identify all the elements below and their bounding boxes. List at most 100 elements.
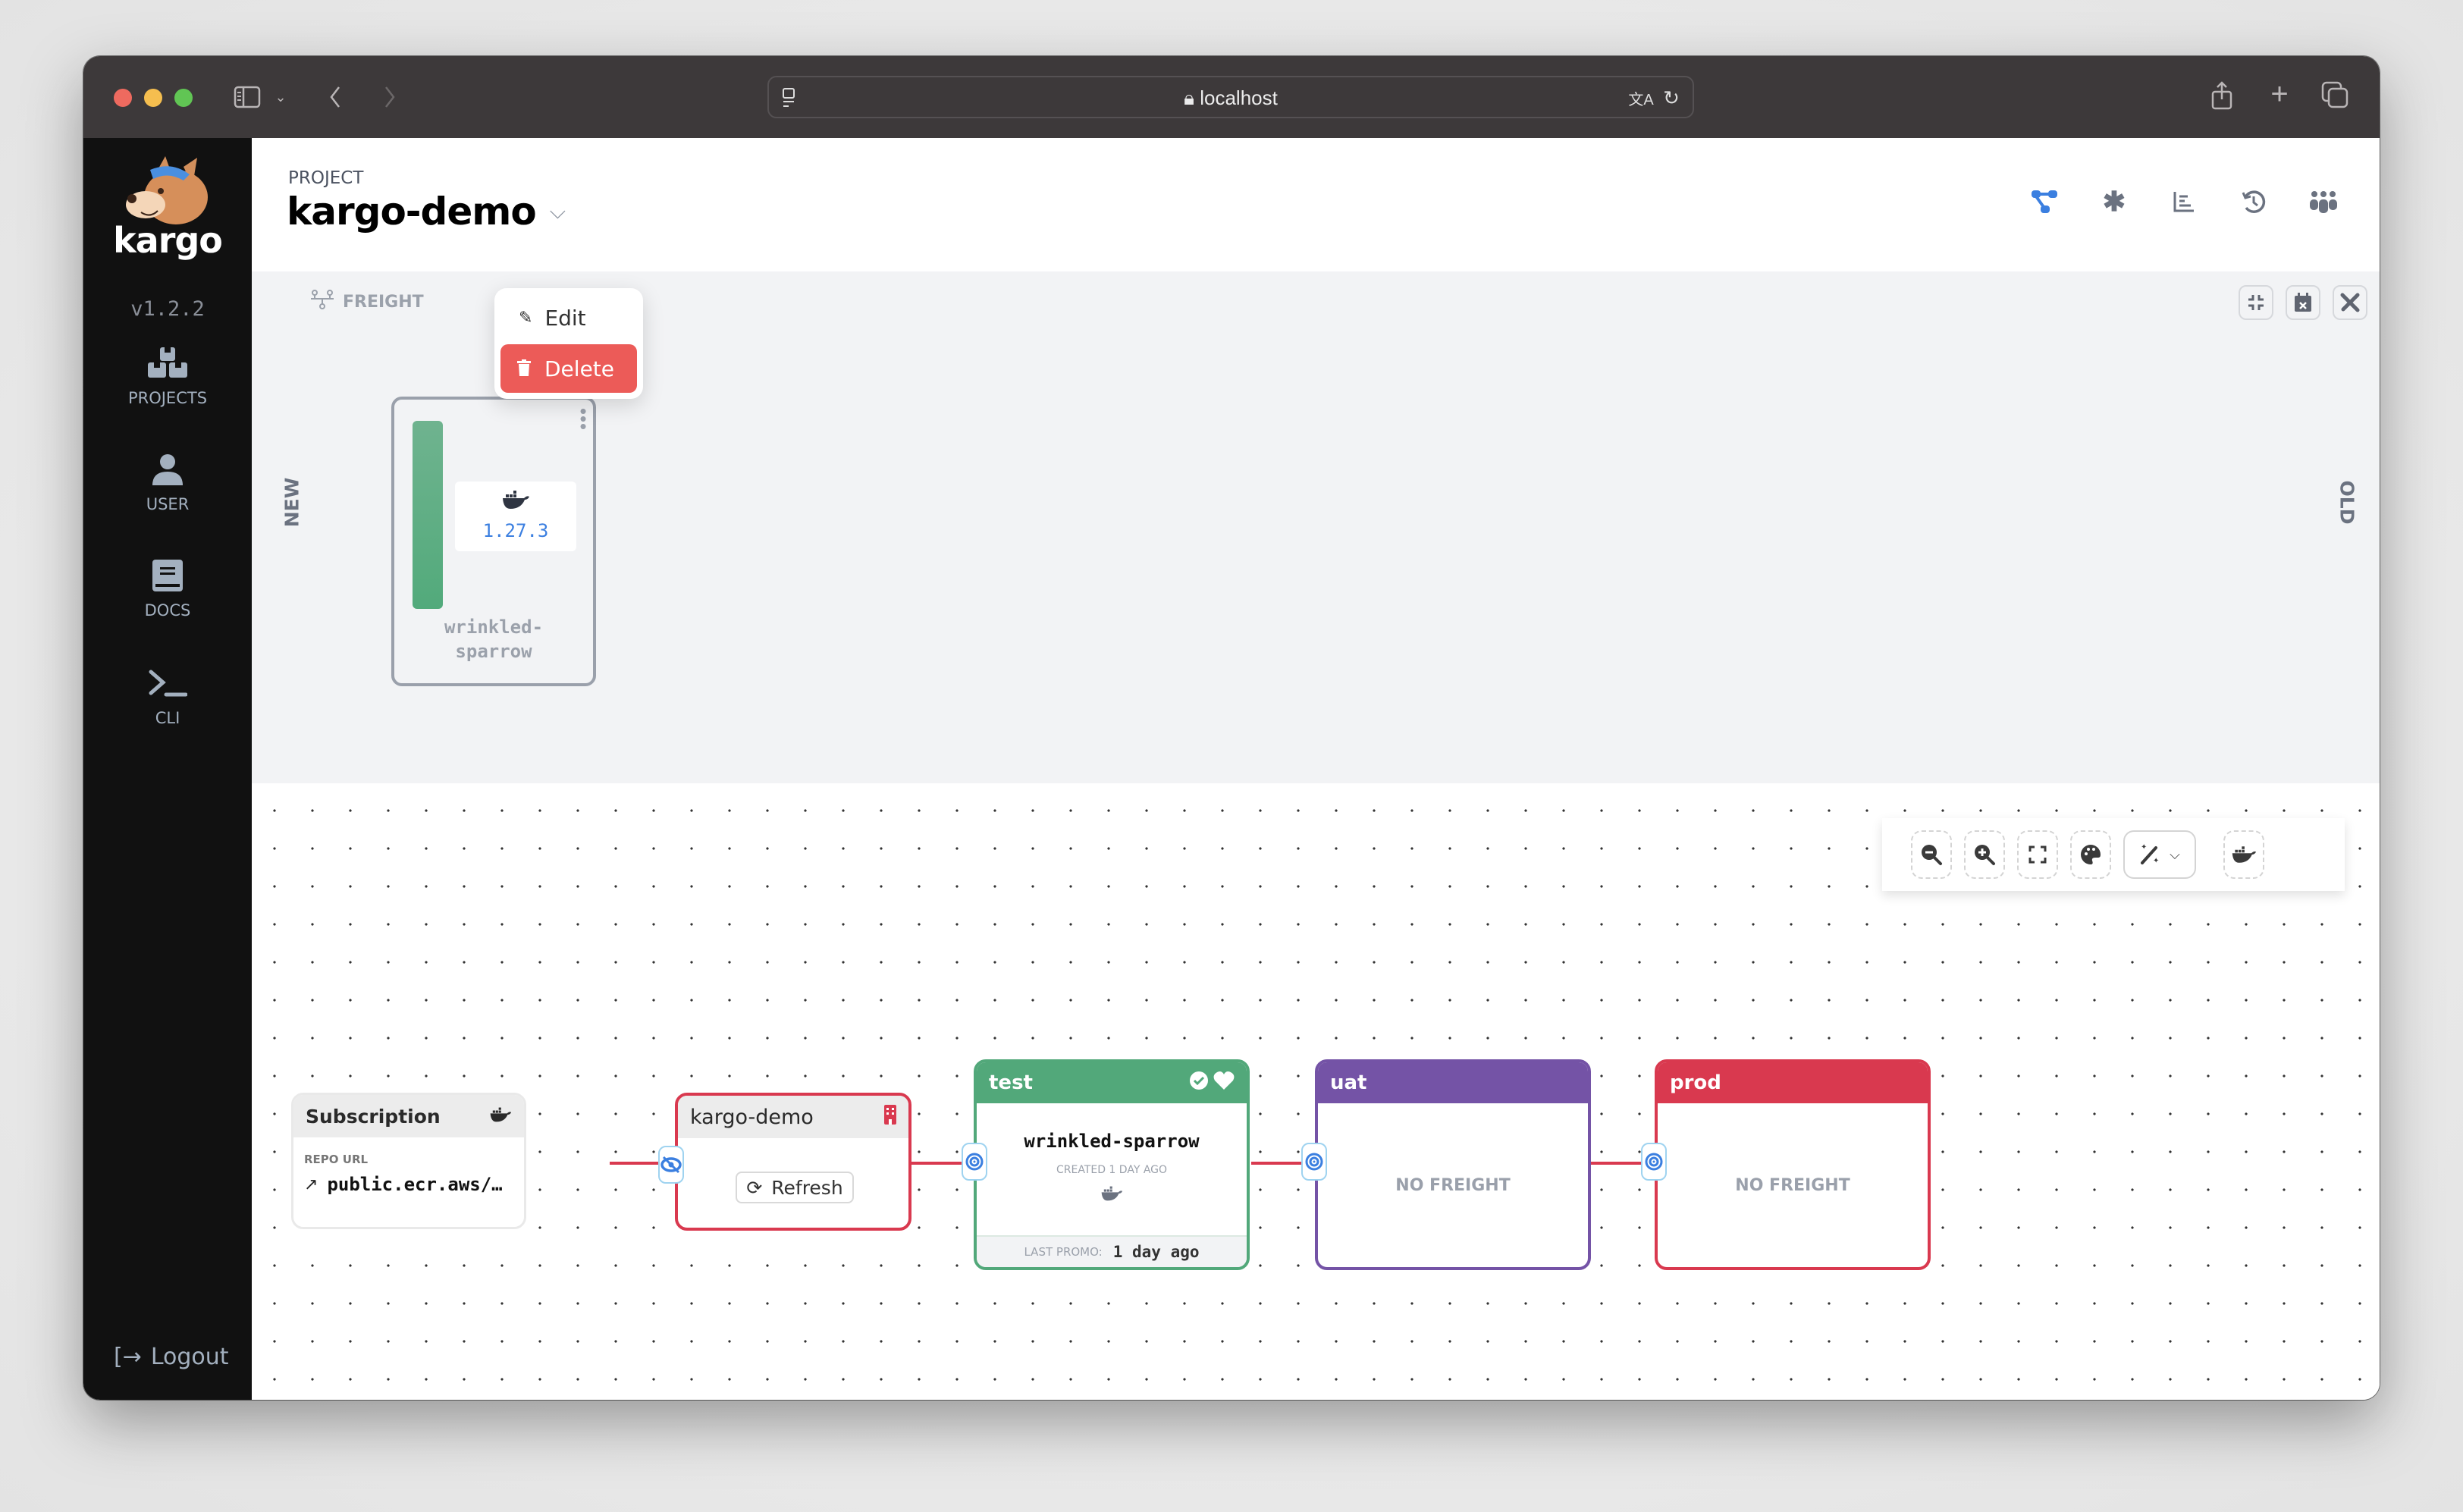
freight-card[interactable]: • • • 1.27.3 wrinkled- sparrow	[391, 397, 596, 686]
edit-label: Edit	[544, 305, 586, 331]
current-freight-name: wrinkled-sparrow	[1024, 1131, 1200, 1152]
repo-url-link[interactable]: ↗ public.ecr.aws/…	[293, 1166, 524, 1195]
book-icon	[152, 560, 183, 594]
stage-name: uat	[1330, 1071, 1367, 1094]
new-tab-icon[interactable]: +	[2267, 77, 2292, 111]
svg-text:✦: ✦	[2141, 843, 2147, 852]
freight-timeline-header: FREIGHT	[311, 290, 424, 314]
fit-view-icon[interactable]	[2017, 830, 2058, 879]
sidebar-item-projects[interactable]: PROJECTS	[83, 347, 252, 407]
history-icon[interactable]	[2240, 188, 2267, 215]
logout-button[interactable]: [→ Logout	[114, 1344, 229, 1370]
tab-overview-icon[interactable]	[2320, 80, 2349, 109]
kargo-logo[interactable]: kargo	[111, 155, 224, 268]
auto-layout-dropdown[interactable]: ✦ ✦ ⌵	[2123, 830, 2196, 879]
freight-toolbar	[2239, 285, 2367, 320]
stage-header: test	[977, 1062, 1247, 1103]
new-label: NEW	[281, 477, 303, 528]
warehouse-header: kargo-demo	[678, 1096, 908, 1138]
minimize-window-button[interactable]	[144, 89, 162, 107]
project-actions-menu: ✎ Edit Delete	[494, 288, 643, 399]
more-options-icon[interactable]: • • •	[578, 401, 588, 436]
edit-menu-item[interactable]: ✎ Edit	[505, 297, 634, 338]
address-bar[interactable]: 🔒︎ localhost 文A ↻	[767, 76, 1694, 118]
sidebar-item-label: CLI	[155, 709, 180, 727]
share-icon[interactable]	[2208, 79, 2236, 112]
sidebar-toggle-icon[interactable]	[232, 83, 262, 111]
maximize-window-button[interactable]	[174, 89, 193, 107]
canvas-toolbar: ✦ ✦ ⌵	[1882, 818, 2345, 891]
chart-icon[interactable]	[2170, 188, 2198, 215]
delete-label: Delete	[544, 356, 614, 381]
delete-menu-item[interactable]: Delete	[500, 344, 637, 393]
subscription-node[interactable]: Subscription REPO URL ↗ public.ecr.aws/…	[291, 1093, 526, 1229]
external-link-icon: ↗	[304, 1175, 318, 1194]
sidebar-item-label: USER	[146, 495, 190, 513]
zoom-out-icon[interactable]	[1911, 830, 1952, 879]
sidebar-item-docs[interactable]: DOCS	[83, 560, 252, 620]
palette-icon[interactable]	[2070, 830, 2111, 879]
sidebar-item-cli[interactable]: CLI	[83, 669, 252, 727]
freight-stage-indicator	[413, 421, 443, 609]
sidebar-item-label: DOCS	[144, 601, 191, 620]
collapse-icon[interactable]	[2239, 285, 2273, 320]
last-promo-label: LAST PROMO:	[1024, 1245, 1103, 1259]
chevron-down-icon: ⌵	[2170, 846, 2180, 862]
chevron-down-icon[interactable]: ⌵	[550, 199, 566, 224]
stage-node-prod[interactable]: prod NO FREIGHT	[1655, 1059, 1931, 1270]
reload-icon[interactable]: ↻	[1661, 86, 1682, 109]
target-icon[interactable]	[1301, 1143, 1327, 1181]
stage-name: test	[989, 1071, 1033, 1094]
back-arrow-icon[interactable]	[326, 82, 344, 112]
pencil-icon: ✎	[519, 308, 533, 328]
subscription-title: Subscription	[306, 1105, 441, 1128]
project-selector[interactable]: kargo-demo ⌵	[287, 190, 566, 234]
freight-label: FREIGHT	[343, 292, 424, 312]
chevron-down-icon[interactable]: ⌄	[273, 86, 288, 108]
eye-slash-icon[interactable]	[658, 1146, 684, 1184]
freight-image: 1.27.3	[455, 482, 576, 551]
project-label: PROJECT	[288, 168, 364, 188]
stage-node-test[interactable]: test wrinkled-sparrow CREATED 1 DAY AGO …	[974, 1059, 1250, 1270]
stage-header: uat	[1318, 1062, 1588, 1103]
refresh-button[interactable]: ⟳ Refresh	[736, 1172, 854, 1203]
svg-text:✦: ✦	[2153, 857, 2159, 864]
main-content: PROJECT kargo-demo ⌵ ✱ FREIGHT NEW OLD •…	[252, 138, 2380, 1400]
freight-name-line: wrinkled-	[444, 616, 544, 638]
target-icon[interactable]	[1641, 1143, 1667, 1181]
stage-header: prod	[1658, 1062, 1928, 1103]
brand-name: kargo	[113, 220, 223, 261]
logout-label: Logout	[150, 1344, 229, 1370]
asterisk-icon[interactable]: ✱	[2101, 186, 2128, 217]
sidebar: kargo v1.2.2 PROJECTS USER DOCS CLI [→ L…	[83, 138, 252, 1400]
pipeline-icon[interactable]	[2031, 188, 2058, 215]
docker-icon	[489, 1106, 512, 1128]
warehouse-node[interactable]: kargo-demo ⟳ Refresh	[675, 1093, 911, 1231]
no-freight-label: NO FREIGHT	[1735, 1176, 1850, 1195]
logout-icon: [→	[114, 1344, 142, 1370]
project-name: kargo-demo	[287, 190, 537, 234]
lock-icon: 🔒︎	[1184, 86, 1194, 109]
tools-icon[interactable]	[2333, 285, 2367, 320]
target-icon[interactable]	[962, 1143, 987, 1181]
forward-arrow-icon[interactable]	[381, 82, 399, 112]
freight-name: wrinkled- sparrow	[394, 615, 593, 663]
stage-node-uat[interactable]: uat NO FREIGHT	[1315, 1059, 1591, 1270]
refresh-label: Refresh	[771, 1176, 843, 1199]
browser-titlebar: ⌄ 🔒︎ localhost 文A ↻ +	[83, 56, 2380, 138]
close-window-button[interactable]	[114, 89, 132, 107]
calendar-x-icon[interactable]	[2286, 285, 2320, 320]
docker-icon	[977, 1185, 1247, 1206]
zoom-in-icon[interactable]	[1964, 830, 2005, 879]
docker-icon[interactable]	[2223, 830, 2264, 879]
sidebar-item-user[interactable]: USER	[83, 453, 252, 513]
healthy-heart-icon	[1213, 1071, 1235, 1096]
magic-wand-icon: ✦ ✦	[2139, 842, 2160, 868]
warehouse-title: kargo-demo	[690, 1105, 814, 1129]
translate-icon[interactable]: 文A	[1627, 86, 1655, 109]
repo-url-label: REPO URL	[304, 1153, 369, 1166]
pipeline-canvas[interactable]: ✦ ✦ ⌵ Subscription REPO URL ↗ public.ecr…	[252, 783, 2380, 1400]
users-icon[interactable]	[2310, 188, 2337, 215]
freight-name-line: sparrow	[455, 641, 532, 662]
freight-icon	[311, 290, 334, 314]
